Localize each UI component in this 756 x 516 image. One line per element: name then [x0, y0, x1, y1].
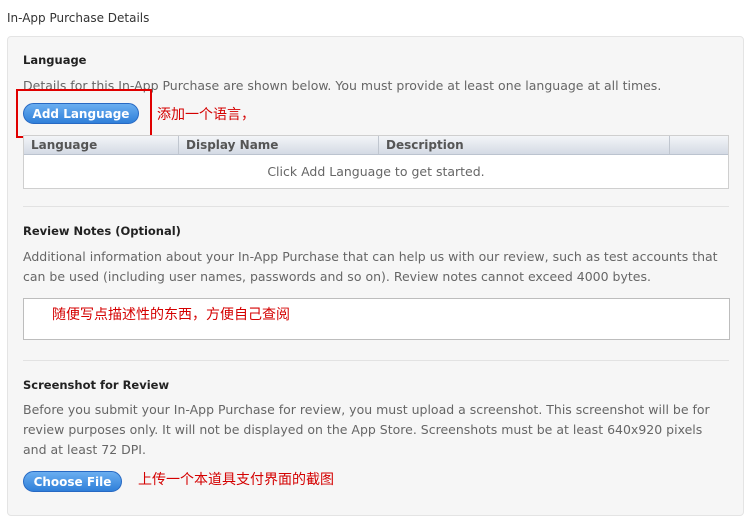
- review-notes-title: Review Notes (Optional): [23, 224, 181, 238]
- choose-file-annotation: 上传一个本道具支付界面的截图: [138, 472, 334, 488]
- column-header-language[interactable]: Language: [24, 136, 179, 154]
- add-language-button[interactable]: Add Language: [23, 103, 139, 124]
- table-empty-message: Click Add Language to get started.: [267, 164, 485, 179]
- add-language-annotation: 添加一个语言，: [157, 107, 255, 123]
- column-header-description[interactable]: Description: [379, 136, 670, 154]
- screenshot-description-line3: and at least 72 DPI.: [23, 442, 146, 457]
- screenshot-section-title: Screenshot for Review: [23, 378, 170, 392]
- language-section-title: Language: [23, 53, 87, 67]
- language-table: Language Display Name Description Click …: [23, 135, 729, 189]
- table-header: Language Display Name Description: [24, 136, 728, 155]
- review-notes-description-line2: can be used (including user names, passw…: [23, 269, 651, 284]
- column-header-display-name[interactable]: Display Name: [179, 136, 379, 154]
- page-title: In-App Purchase Details: [7, 11, 150, 25]
- choose-file-button[interactable]: Choose File: [23, 471, 122, 492]
- screenshot-description-line1: Before you submit your In-App Purchase f…: [23, 402, 710, 417]
- section-divider: [23, 360, 729, 361]
- screenshot-description-line2: review purposes only. It will not be dis…: [23, 422, 703, 437]
- section-divider: [23, 206, 729, 207]
- review-notes-text: 随便写点描述性的东西，方便自己查阅: [52, 307, 290, 323]
- review-notes-description-line1: Additional information about your In-App…: [23, 249, 718, 264]
